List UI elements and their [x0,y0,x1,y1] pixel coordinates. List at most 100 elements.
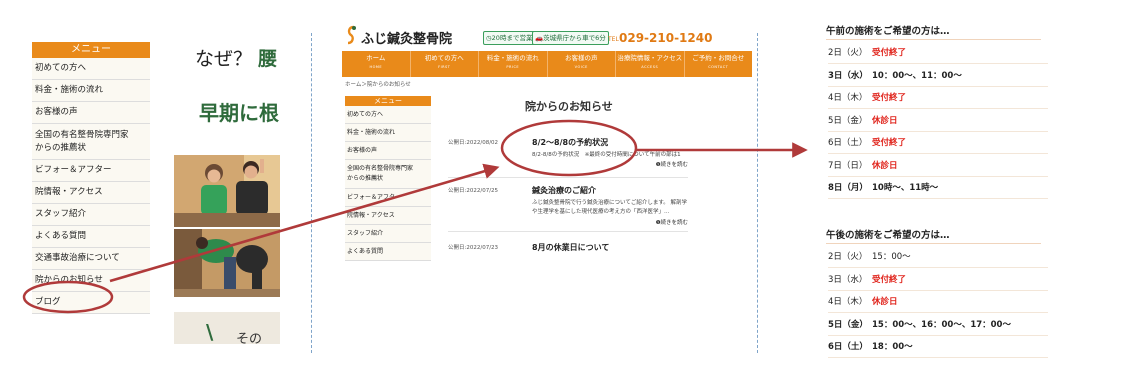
nav-label: 料金・施術の流れ [486,54,539,62]
banner-text: その [236,332,263,344]
schedule-day: 4日（木） [828,93,868,103]
menu-item-first-visit[interactable]: 初めての方へ [345,106,431,124]
read-more-link[interactable]: ❶続きを読む [656,160,688,168]
staff-photo [174,155,280,227]
menu-item-access[interactable]: 院情報・アクセス [32,182,150,204]
nav-first[interactable]: 初めての方へ FIRST [411,51,479,77]
schedule-row: 2日（火） 受付終了 [828,42,1048,64]
car-icon: 🚗 [535,34,544,42]
menu-item-first-visit[interactable]: 初めての方へ [32,58,150,80]
schedule-day: 2日（火） [828,48,868,58]
news-post: 公開日:2022/07/25 鍼灸治療のご紹介 ふじ鍼灸整骨院で行う鍼灸治療につ… [448,185,688,233]
schedule-times: 18：00～ [872,342,913,352]
nav-price[interactable]: 料金・施術の流れ PRICE [479,51,548,77]
menu-item-before-after[interactable]: ビフォー＆アフター [345,189,431,207]
nav-sublabel: VOICE [574,65,588,69]
menu-item-price[interactable]: 料金・施術の流れ [345,124,431,142]
nav-sublabel: CONTACT [708,65,729,69]
schedule-day: 6日（土） [828,342,868,352]
nav-label: 初めての方へ [424,54,464,62]
menu-item-voice[interactable]: お客様の声 [32,102,150,124]
menu-item-price[interactable]: 料金・施術の流れ [32,80,150,102]
nav-label: ご予約・お問合せ [692,54,745,62]
nav-voice[interactable]: お客様の声 VOICE [548,51,616,77]
news-post: 公開日:2022/07/23 8月の休業日について [448,242,688,258]
schedule-day: 3日（水） [828,70,868,81]
annotation-arrow [109,163,500,283]
schedule-row: 6日（土） 18：00～ [828,336,1048,358]
post-date: 公開日:2022/07/25 [448,188,499,194]
schedule-row: 8日（月） 10時～、11時～ [828,177,1048,199]
hours-badge-text: 20時まで営業 [491,34,533,42]
menu-header: メニュー [32,42,150,58]
schedule-row: 2日（火） 15：00～ [828,246,1048,268]
menu-item-recommendations[interactable]: 全国の有名整骨院専門家 からの推薦状 [345,160,431,189]
menu-item-news[interactable]: 院からのお知らせ [32,270,150,292]
schedule-times: 10：00～、11：00～ [872,70,962,81]
nav-sublabel: PRICE [506,65,520,69]
menu-item-faq[interactable]: よくある質問 [345,243,431,261]
schedule-row: 7日（日） 休診日 [828,155,1048,177]
menu-item-staff[interactable]: スタッフ紹介 [345,225,431,243]
schedule-row: 4日（木） 休診日 [828,291,1048,313]
schedule-status: 受付終了 [872,274,907,285]
nav-label: ホーム [366,54,386,62]
schedule-status: 休診日 [872,160,898,171]
global-nav: ホーム HOME 初めての方へ FIRST 料金・施術の流れ PRICE お客様の声 V… [342,51,752,77]
menu-item-voice[interactable]: お客様の声 [345,142,431,160]
post-date: 公開日:2022/08/02 [448,140,499,146]
nav-contact[interactable]: ご予約・お問合せ CONTACT [685,51,753,77]
banner-slash: \ [206,320,214,344]
schedule-status: 受付終了 [872,48,907,58]
post-title[interactable]: 8/2～8/8の予約状況 [532,137,608,148]
schedule-day: 5日（金） [828,115,868,126]
hours-badge: ◷20時まで営業 [483,31,536,45]
menu-item-blog[interactable]: ブログ [32,292,150,314]
nav-sublabel: ACCESS [641,65,659,69]
access-badge-text: 茨城県庁から車で6分 [543,34,606,42]
news-post: 公開日:2022/08/02 8/2～8/8の予約状況 8/2-8/8の予約状況… [448,137,688,180]
menu-item-faq[interactable]: よくある質問 [32,226,150,248]
menu-item-access[interactable]: 院情報・アクセス [345,207,431,225]
schedule-status: 受付終了 [872,93,907,103]
sidebar-menu-crop: メニュー 初めての方へ 料金・施術の流れ お客様の声 全国の有名整骨院専門家 か… [32,42,150,314]
schedule-day: 4日（木） [828,297,868,307]
panel-divider [757,33,758,353]
menu-item-traffic-accident[interactable]: 交通事故治療について [32,248,150,270]
heading-fragment-2: 早期に根 [199,101,279,125]
schedule-status: 受付終了 [872,138,907,148]
divider [448,231,688,232]
schedule-row: 6日（土） 受付終了 [828,132,1048,154]
nav-home[interactable]: ホーム HOME [342,51,411,77]
menu-item-before-after[interactable]: ビフォー＆アフター [32,160,150,182]
heading-fragment-accent: 腰 [258,48,278,70]
post-date: 公開日:2022/07/23 [448,245,499,251]
nav-sublabel: FIRST [438,65,451,69]
site-sidebar-menu: メニュー 初めての方へ 料金・施術の流れ お客様の声 全国の有名整骨院専門家 か… [345,96,431,261]
nav-label: お客様の声 [565,54,598,62]
site-logo[interactable]: ふじ鍼灸整骨院 [361,28,452,47]
post-title[interactable]: 8月の休業日について [532,242,609,253]
nav-access[interactable]: 治療院情報・アクセス ACCESS [616,51,685,77]
heading-rule [826,39,1041,40]
divider [448,177,688,178]
read-more-link[interactable]: ❶続きを読む [656,218,688,226]
post-excerpt: ふじ鍼灸整骨院で行う鍼灸治療についてご紹介します。 解剖学や生理学を基にした現代… [532,200,688,215]
schedule-day: 8日（月） [828,183,868,193]
schedule-times: 15：00～、16：00～、17：00～ [872,319,1011,330]
menu-item-staff[interactable]: スタッフ紹介 [32,204,150,226]
heading-fragment-why: なぜ？ [195,48,253,70]
nav-sublabel: HOME [369,65,383,69]
post-title[interactable]: 鍼灸治療のご紹介 [532,185,596,196]
breadcrumb[interactable]: ホーム＞院からのお知らせ [345,80,411,88]
panel-divider [311,33,312,353]
tel-number[interactable]: 029-210-1240 [619,31,712,45]
tel-label: TEL [608,36,619,43]
menu-item-recommendations[interactable]: 全国の有名整骨院専門家 からの推薦状 [32,124,150,160]
schedule-day: 3日（水） [828,274,868,285]
schedule-row: 5日（金） 15：00～、16：00～、17：00～ [828,314,1048,336]
schedule-day: 6日（土） [828,138,868,148]
nav-label: 治療院情報・アクセス [617,54,683,62]
menu-header: メニュー [345,96,431,106]
treatment-photo [174,229,280,297]
